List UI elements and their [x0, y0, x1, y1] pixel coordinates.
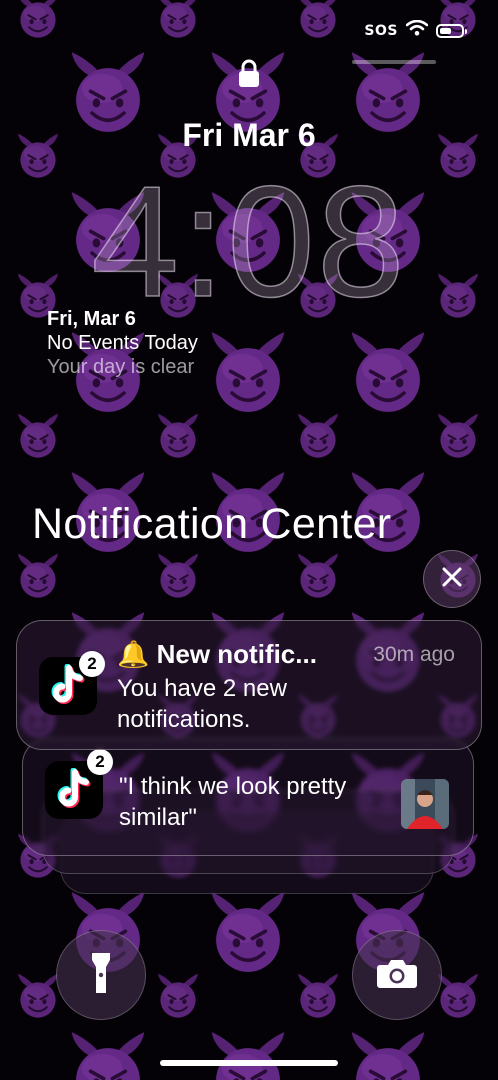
status-bar: SOS	[364, 19, 467, 41]
lock-date: Fri Mar 6	[182, 117, 316, 153]
camera-button[interactable]	[352, 930, 442, 1020]
lock-icon	[237, 58, 261, 88]
widget-date: Fri, Mar 6	[47, 308, 136, 330]
lock-time: 4:08	[90, 153, 407, 331]
wifi-icon	[405, 19, 429, 41]
close-icon	[441, 566, 463, 593]
notification-time: 30m ago	[373, 643, 455, 666]
notification-body: "I think we look pretty similar"	[119, 773, 347, 831]
camera-icon	[376, 957, 418, 994]
notification-title: 🔔 New notific...	[117, 639, 317, 669]
notification-center-title: Notification Center	[32, 500, 392, 548]
notification-badge: 2	[87, 749, 113, 775]
flashlight-button[interactable]	[56, 930, 146, 1020]
sos-indicator: SOS	[364, 22, 398, 39]
flashlight-icon	[90, 951, 112, 1000]
notification-thumbnail	[401, 779, 449, 829]
notification-body: You have 2 new notifications.	[117, 675, 287, 733]
home-indicator[interactable]	[160, 1060, 338, 1066]
notification-badge: 2	[79, 651, 105, 677]
clear-notifications-button[interactable]	[423, 550, 481, 608]
calendar-widget[interactable]: Fri, Mar 6 No Events Today Your day is c…	[47, 307, 198, 379]
widget-subtitle: Your day is clear	[47, 356, 195, 378]
battery-icon	[436, 23, 467, 38]
widget-events: No Events Today	[47, 332, 198, 354]
notification-card[interactable]: 2 "I think we look pretty similar"	[22, 738, 474, 856]
notification-card[interactable]: 2 🔔 New notific... 30m ago You have 2 ne…	[16, 620, 482, 750]
control-center-grabber[interactable]	[352, 60, 436, 64]
